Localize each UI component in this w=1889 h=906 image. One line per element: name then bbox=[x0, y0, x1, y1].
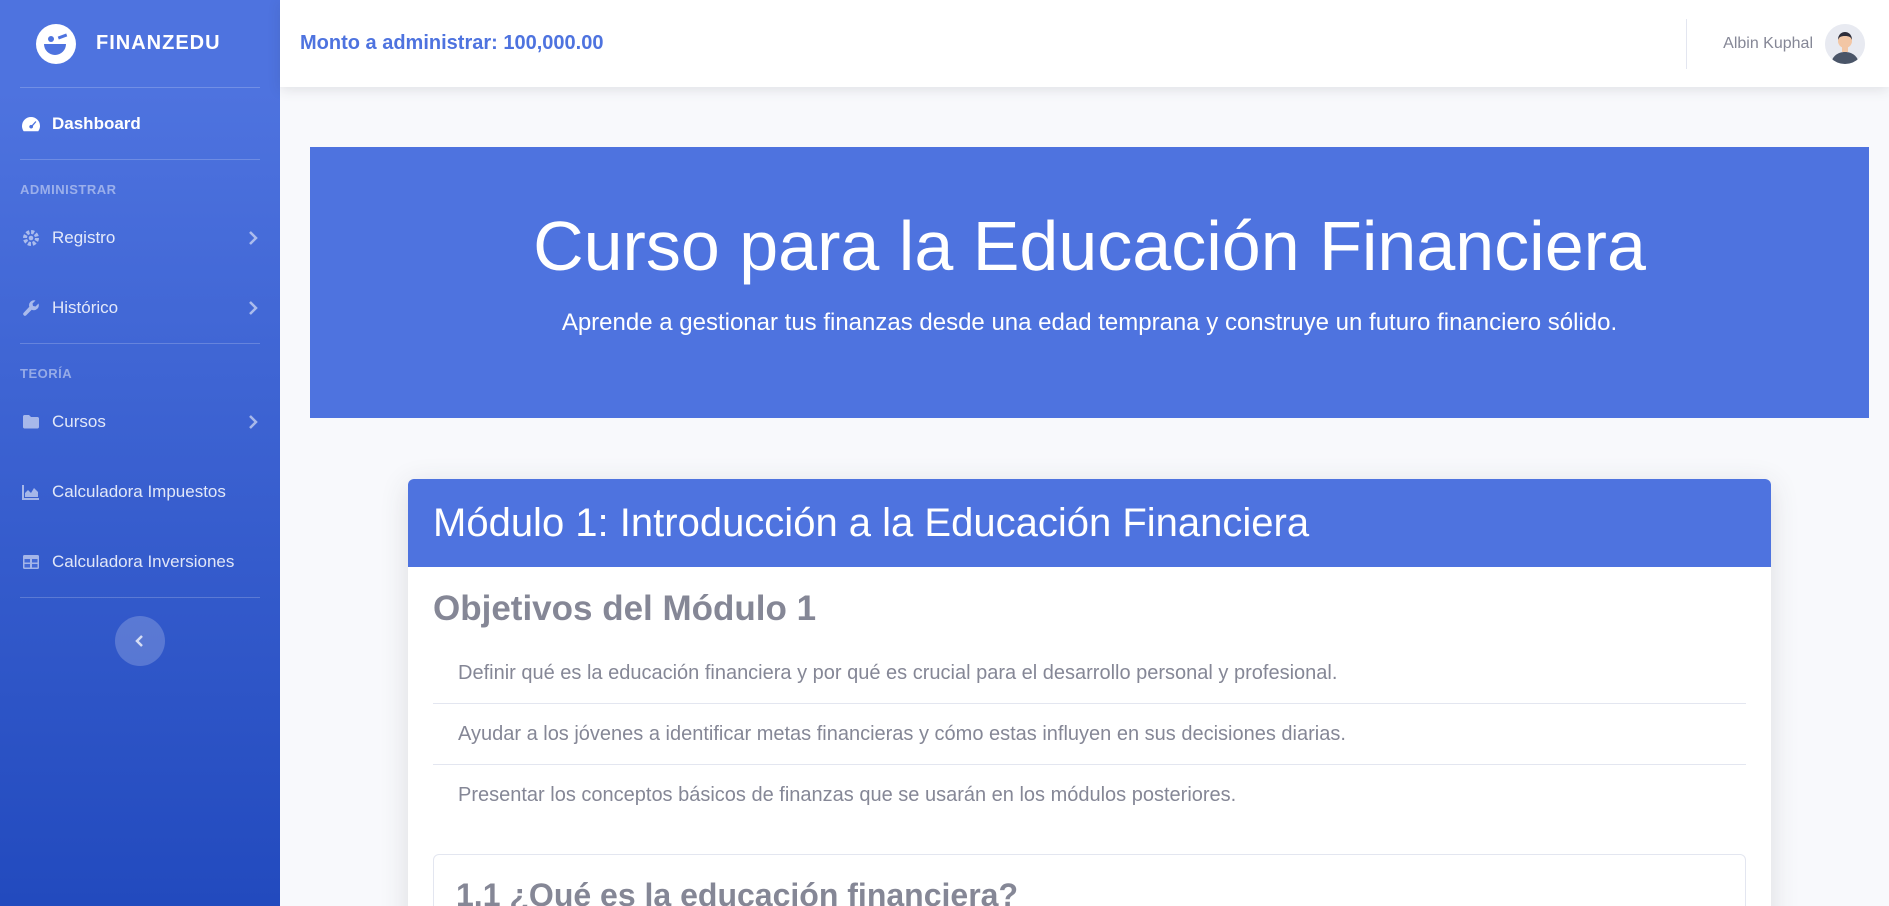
sidebar-toggle-wrap bbox=[0, 598, 280, 666]
topbar-divider bbox=[1686, 18, 1688, 69]
sidebar-item-label: Histórico bbox=[52, 298, 119, 317]
section-title: 1.1 ¿Qué es la educación financiera? bbox=[456, 877, 1018, 906]
chevron-left-icon bbox=[135, 635, 143, 647]
sidebar-item-label: Cursos bbox=[52, 412, 106, 431]
sidebar-item-label: Calculadora Impuestos bbox=[52, 482, 226, 501]
chevron-right-icon bbox=[249, 415, 258, 429]
sidebar-item-dashboard[interactable]: Dashboard bbox=[0, 88, 280, 159]
chart-area-icon bbox=[20, 483, 42, 501]
brand-name: FINANZEDU bbox=[96, 32, 221, 54]
wrench-icon bbox=[20, 299, 42, 317]
sidebar-heading-administrar: ADMINISTRAR bbox=[20, 182, 117, 197]
table-icon bbox=[20, 553, 42, 571]
sidebar-item-label: Calculadora Inversiones bbox=[52, 552, 235, 571]
sidebar-item-calculadora-inversiones[interactable]: Calculadora Inversiones bbox=[0, 527, 280, 597]
module-body: Objetivos del Módulo 1 Definir qué es la… bbox=[408, 567, 1771, 906]
sidebar-heading-teoria: TEORÍA bbox=[20, 366, 73, 381]
list-item: Presentar los conceptos básicos de finan… bbox=[458, 784, 1237, 806]
folder-icon bbox=[20, 413, 42, 431]
module-header: Módulo 1: Introducción a la Educación Fi… bbox=[408, 479, 1771, 567]
topbar: Monto a administrar: 100,000.00 Albin Ku… bbox=[280, 0, 1889, 87]
avatar[interactable] bbox=[1825, 23, 1865, 64]
laugh-wink-icon bbox=[36, 23, 76, 64]
user-menu[interactable]: Albin Kuphal bbox=[1686, 0, 1889, 87]
sidebar-item-label: Dashboard bbox=[52, 113, 141, 133]
hero-subtitle: Aprende a gestionar tus finanzas desde u… bbox=[561, 309, 1618, 336]
sidebar-item-registro[interactable]: Registro bbox=[0, 203, 280, 273]
tachometer-icon bbox=[20, 115, 42, 133]
sidebar-item-label: Registro bbox=[52, 228, 116, 247]
module-card: Módulo 1: Introducción a la Educación Fi… bbox=[408, 479, 1771, 906]
cog-icon bbox=[20, 229, 42, 247]
sidebar-toggle-button[interactable] bbox=[115, 616, 165, 666]
sidebar-item-cursos[interactable]: Cursos bbox=[0, 387, 280, 457]
hero-title: Curso para la Educación Financiera bbox=[533, 207, 1646, 285]
sidebar-item-historico[interactable]: Histórico bbox=[0, 273, 280, 343]
objectives-title: Objetivos del Módulo 1 bbox=[433, 589, 817, 628]
brand[interactable]: FINANZEDU bbox=[0, 0, 280, 87]
objectives-list: Definir qué es la educación financiera y… bbox=[433, 643, 1746, 826]
chevron-right-icon bbox=[249, 231, 258, 245]
list-item: Definir qué es la educación financiera y… bbox=[433, 643, 1746, 704]
list-item: Ayudar a los jóvenes a identificar metas… bbox=[433, 704, 1746, 765]
user-name[interactable]: Albin Kuphal bbox=[1723, 35, 1813, 53]
hero-banner: Curso para la Educación Financiera Apren… bbox=[310, 147, 1869, 418]
monto-administrar: Monto a administrar: 100,000.00 bbox=[300, 32, 604, 54]
sidebar: FINANZEDU Dashboard ADMINISTRAR Registro… bbox=[0, 0, 280, 906]
chevron-right-icon bbox=[249, 301, 258, 315]
sidebar-item-calculadora-impuestos[interactable]: Calculadora Impuestos bbox=[0, 457, 280, 527]
section-card: 1.1 ¿Qué es la educación financiera? bbox=[433, 854, 1746, 906]
